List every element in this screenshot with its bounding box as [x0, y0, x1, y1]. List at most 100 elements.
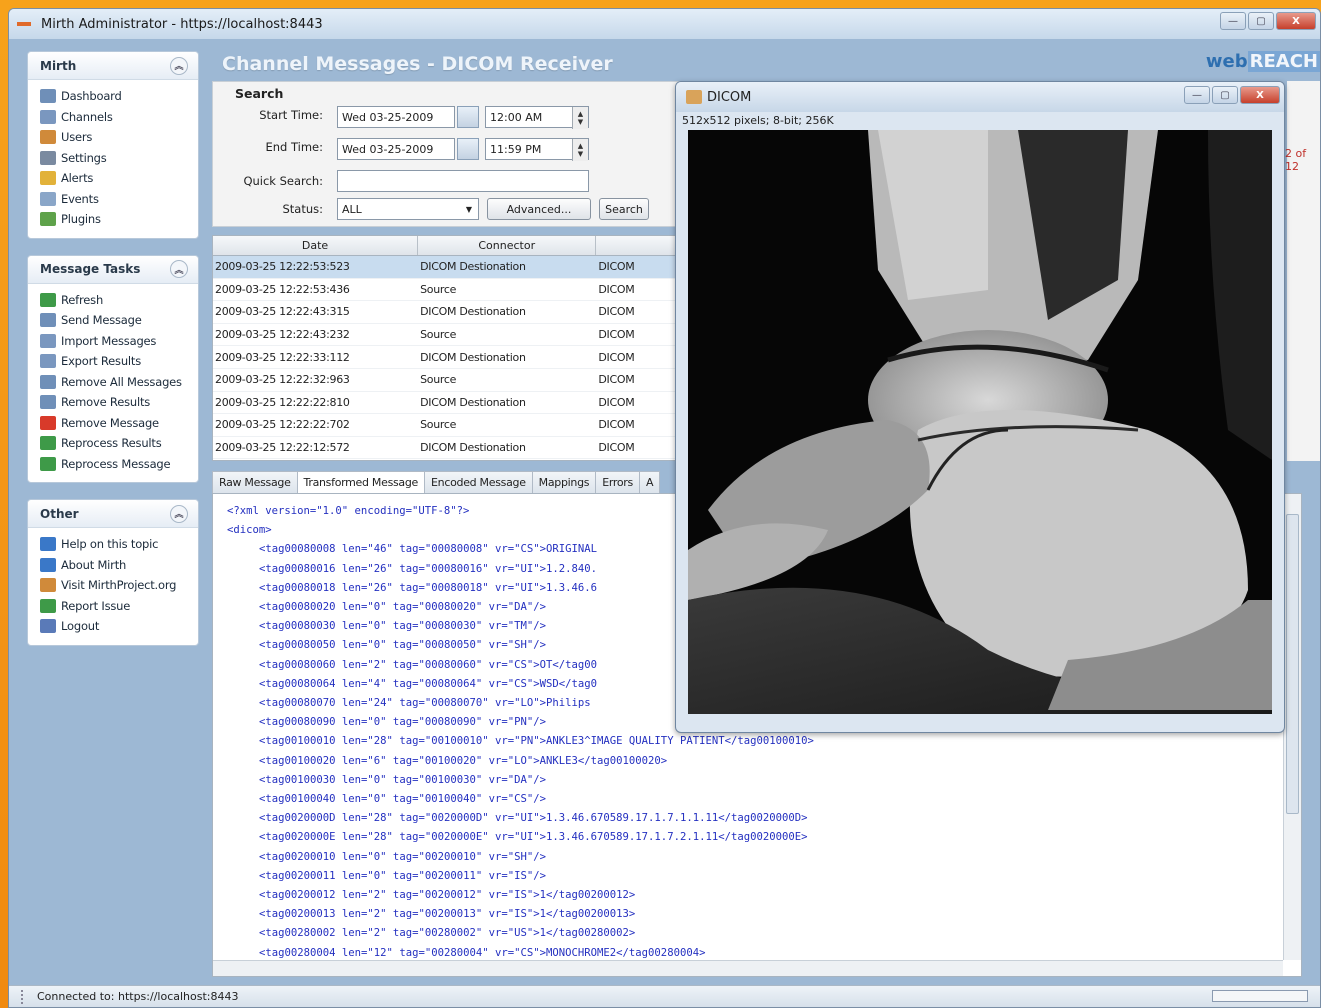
task-item-send-message[interactable]: Send Message — [40, 310, 188, 331]
page-title: Channel Messages - DICOM Receiver — [222, 53, 613, 75]
xml-line: <tag0020000E len="28" tag="0020000E" vr=… — [259, 831, 808, 844]
spinner-icon[interactable]: ▲ ▼ — [572, 139, 588, 161]
dicom-window: DICOM — ▢ X 512x512 pixels; 8-bit; 256K — [675, 81, 1285, 733]
task-item-import-messages[interactable]: Import Messages — [40, 331, 188, 352]
mri-ankle-image — [688, 130, 1272, 714]
tab-errors[interactable]: Errors — [595, 471, 640, 493]
table-row[interactable]: 2009-03-25 12:22:22:810 DICOM Destionatio… — [213, 392, 681, 415]
tab-raw-message[interactable]: Raw Message — [212, 471, 298, 493]
xml-line: <tag00100030 len="0" tag="00100030" vr="… — [259, 773, 547, 786]
minimize-button[interactable]: — — [1184, 86, 1210, 104]
task-item-refresh[interactable]: Refresh — [40, 290, 188, 311]
calendar-icon[interactable] — [457, 106, 479, 128]
column-connector[interactable]: Connector — [418, 236, 597, 255]
spinner-icon[interactable]: ▲ ▼ — [572, 107, 588, 129]
task-item-remove-results[interactable]: Remove Results — [40, 392, 188, 413]
maximize-button[interactable]: ▢ — [1248, 12, 1274, 30]
column-date[interactable]: Date — [213, 236, 419, 255]
other-item-report-issue[interactable]: Report Issue — [40, 596, 188, 617]
tasks-list: Refresh Send Message Import Messages Export… — [28, 284, 198, 483]
collapse-icon[interactable]: ︽ — [170, 260, 188, 278]
tab-encoded-message[interactable]: Encoded Message — [424, 471, 533, 493]
close-button[interactable]: X — [1276, 12, 1316, 30]
sidebar-item-alerts[interactable]: Alerts — [40, 168, 188, 189]
scroll-thumb[interactable] — [1286, 514, 1299, 814]
sidebar-item-label: Dashboard — [61, 89, 122, 104]
table-cell: DICOM Destionation — [420, 350, 526, 364]
tab-a[interactable]: A — [638, 471, 661, 493]
collapse-icon[interactable]: ︽ — [170, 504, 188, 523]
export-results-icon — [40, 354, 56, 369]
grip-icon — [21, 989, 27, 1004]
brand-logo: web REACH — [1205, 51, 1320, 72]
table-row[interactable]: 2009-03-25 12:22:53:436 Source DICOM — [213, 279, 681, 302]
table-row[interactable]: 2009-03-25 12:22:53:523 DICOM Destionatio… — [213, 256, 681, 279]
users-icon — [40, 130, 56, 145]
search-panel: Search Start Time: Wed 03-25-2009 12:00 … — [212, 81, 682, 227]
table-cell: DICOM Destionation — [420, 441, 526, 455]
table-row[interactable]: 2009-03-25 12:22:33:112 DICOM Destionatio… — [213, 346, 681, 369]
table-cell: DICOM — [598, 373, 635, 387]
quick-search-input[interactable] — [337, 170, 589, 192]
start-time-field[interactable]: 12:00 AM ▲ ▼ — [485, 106, 589, 129]
sidebar-item-plugins[interactable]: Plugins — [40, 209, 188, 230]
table-cell: Source — [420, 418, 457, 432]
reprocess-results-icon — [40, 436, 56, 451]
table-cell: DICOM — [598, 260, 635, 274]
column-type[interactable] — [596, 236, 681, 255]
table-row[interactable]: 2009-03-25 12:22:22:702 Source DICOM — [213, 414, 681, 437]
task-item-label: Refresh — [61, 292, 104, 307]
xml-line: <tag00100020 len="6" tag="00100020" vr="… — [259, 754, 668, 767]
calendar-icon[interactable] — [457, 138, 479, 160]
other-item-visit-mirthproject-org[interactable]: Visit MirthProject.org — [40, 575, 188, 596]
home-icon — [40, 578, 56, 593]
table-cell: Source — [420, 282, 457, 296]
task-item-reprocess-message[interactable]: Reprocess Message — [40, 454, 188, 475]
page-indicator: 2 of 12 — [1285, 147, 1307, 173]
sidebar-item-events[interactable]: Events — [40, 189, 188, 210]
tab-mappings[interactable]: Mappings — [531, 471, 597, 493]
status-select[interactable]: ALL ▼ — [337, 198, 479, 220]
close-button[interactable]: X — [1240, 86, 1280, 104]
mirth-panel-header[interactable]: Mirth ︽ — [28, 52, 198, 80]
xml-line: <tag00200013 len="2" tag="00200013" vr="… — [259, 908, 636, 921]
horizontal-scrollbar[interactable] — [213, 960, 1283, 976]
task-item-reprocess-results[interactable]: Reprocess Results — [40, 433, 188, 454]
end-time-field[interactable]: 11:59 PM ▲ ▼ — [485, 138, 589, 161]
task-item-remove-all-messages[interactable]: Remove All Messages — [40, 372, 188, 393]
sidebar-item-dashboard[interactable]: Dashboard — [40, 86, 188, 107]
sidebar-item-users[interactable]: Users — [40, 127, 188, 148]
chevron-down-icon: ▼ — [465, 205, 472, 214]
xml-line: <tag00200012 len="2" tag="00200012" vr="… — [259, 889, 636, 902]
vertical-scrollbar[interactable] — [1283, 494, 1301, 960]
table-row[interactable]: 2009-03-25 12:22:43:232 Source DICOM — [213, 324, 681, 347]
other-item-label: Visit MirthProject.org — [61, 578, 177, 593]
sidebar-item-channels[interactable]: Channels — [40, 107, 188, 128]
status-text: Connected to: https://localhost:8443 — [37, 990, 239, 1003]
maximize-button[interactable]: ▢ — [1212, 86, 1238, 104]
collapse-icon[interactable]: ︽ — [170, 56, 188, 75]
other-item-logout[interactable]: Logout — [40, 616, 188, 637]
task-item-export-results[interactable]: Export Results — [40, 351, 188, 372]
search-button[interactable]: Search — [599, 198, 649, 220]
import-messages-icon — [40, 333, 56, 348]
table-row[interactable]: 2009-03-25 12:22:12:572 DICOM Destionatio… — [213, 437, 681, 460]
other-item-label: Help on this topic — [61, 537, 159, 552]
end-date-field[interactable]: Wed 03-25-2009 — [337, 138, 455, 160]
other-panel-header[interactable]: Other ︽ — [28, 500, 198, 528]
minimize-button[interactable]: — — [1220, 12, 1246, 30]
task-item-remove-message[interactable]: Remove Message — [40, 413, 188, 434]
tab-transformed-message[interactable]: Transformed Message — [296, 471, 426, 493]
table-row[interactable]: 2009-03-25 12:22:43:315 DICOM Destionatio… — [213, 301, 681, 324]
refresh-icon — [40, 292, 56, 307]
sidebar-item-settings[interactable]: Settings — [40, 148, 188, 169]
search-heading: Search — [235, 86, 284, 101]
other-item-help-on-this-topic[interactable]: Help on this topic — [40, 534, 188, 555]
status-label: Status: — [282, 202, 323, 216]
mirth-list: Dashboard Channels Users Settings Alerts Even… — [28, 80, 198, 238]
start-date-field[interactable]: Wed 03-25-2009 — [337, 106, 455, 128]
other-item-about-mirth[interactable]: About Mirth — [40, 555, 188, 576]
tasks-panel-header[interactable]: Message Tasks ︽ — [28, 255, 198, 284]
advanced-button[interactable]: Advanced... — [487, 198, 591, 220]
table-row[interactable]: 2009-03-25 12:22:32:963 Source DICOM — [213, 369, 681, 392]
